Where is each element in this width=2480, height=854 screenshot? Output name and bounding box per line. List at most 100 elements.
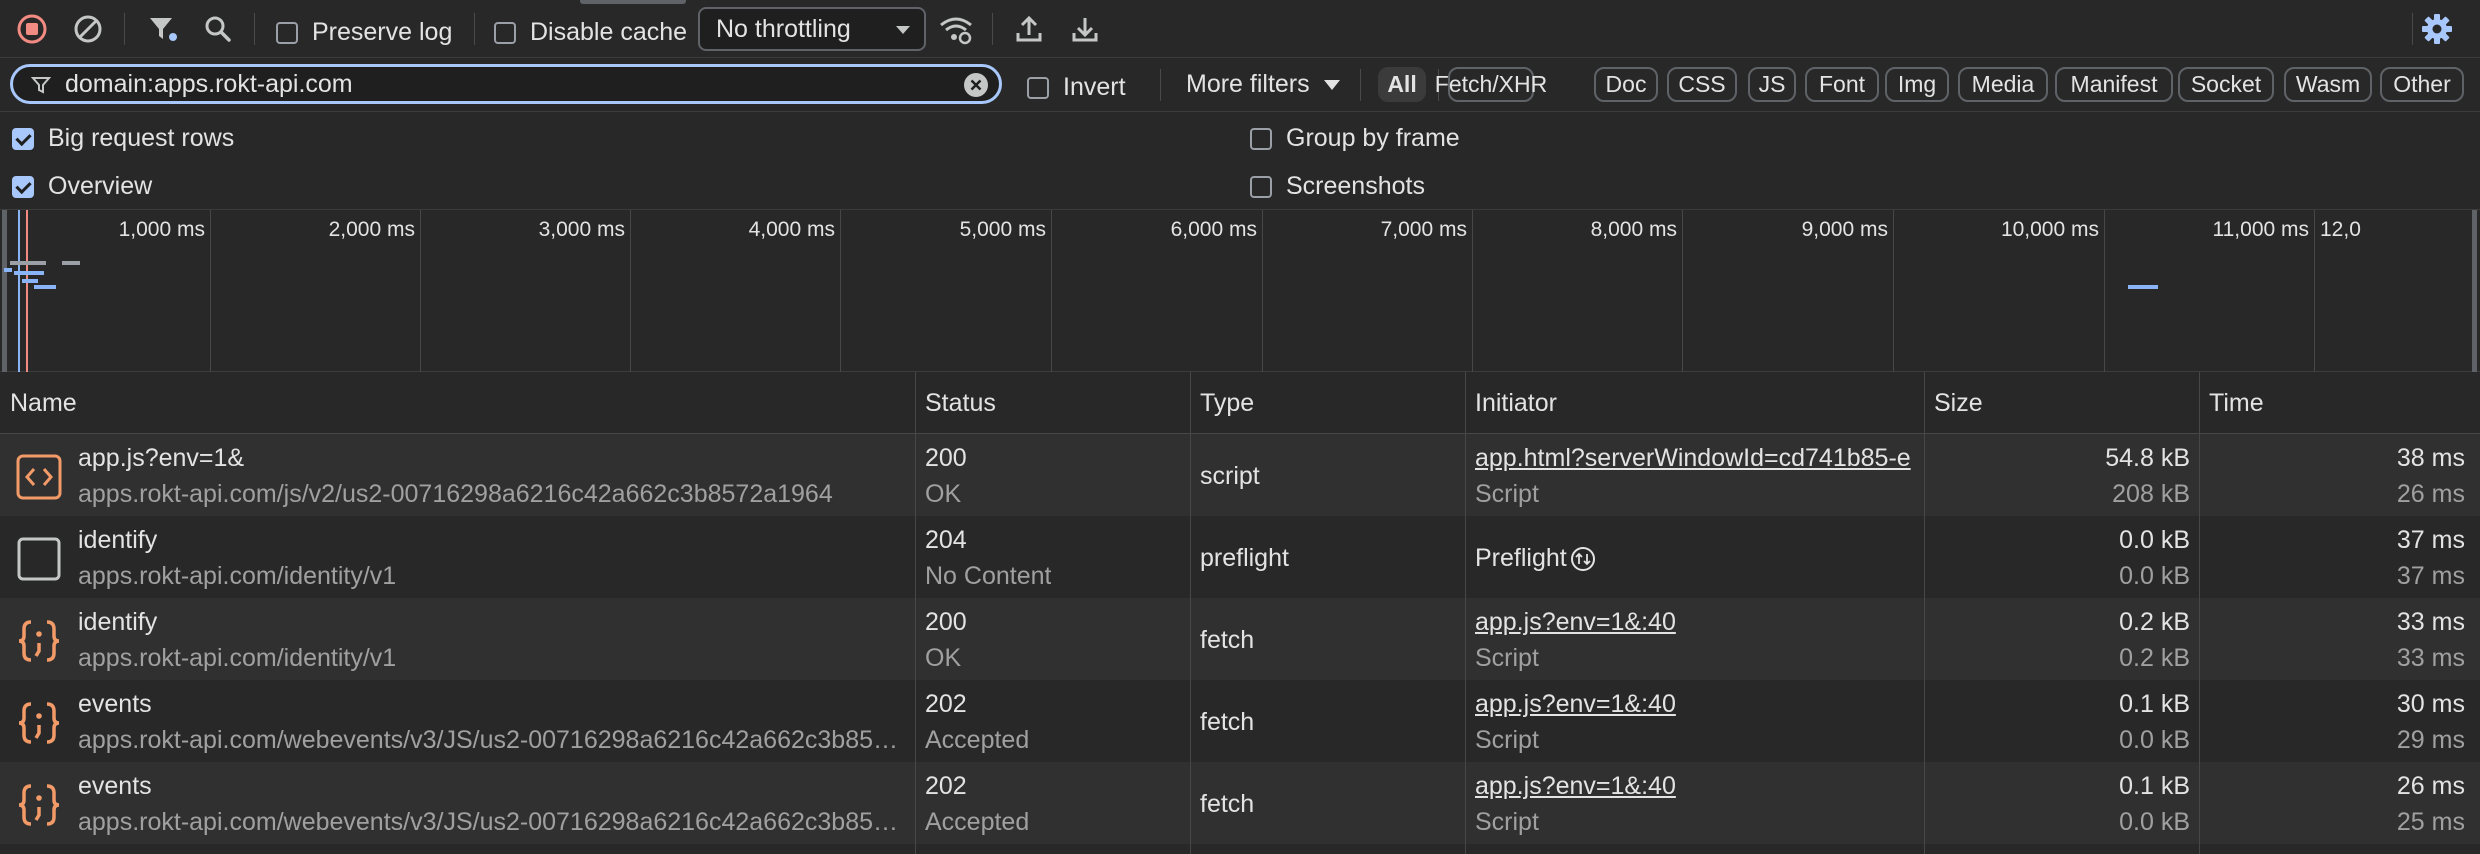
request-time: 30 ms [2396, 690, 2465, 718]
initiator-type: Script [1475, 808, 1539, 836]
overview-bar [62, 261, 80, 265]
fetch-icon [16, 700, 62, 746]
column-header-time[interactable]: Time [2199, 372, 2480, 434]
timeline-tick: 4,000 ms [748, 218, 835, 241]
filter-chip-media[interactable]: Media [1958, 67, 2048, 102]
network-overview-timeline[interactable]: 1,000 ms 2,000 ms 3,000 ms 4,000 ms 5,00… [0, 209, 2480, 373]
timeline-tick: 8,000 ms [1590, 218, 1677, 241]
group-by-frame-checkbox[interactable]: Group by frame [1250, 124, 1460, 153]
column-header-type[interactable]: Type [1190, 372, 1466, 434]
fetch-icon [16, 618, 62, 664]
preflight-document-icon [16, 536, 62, 582]
column-divider[interactable] [1465, 372, 1466, 854]
filter-input[interactable] [65, 69, 945, 99]
initiator-link[interactable]: app.js?env=1&:40 [1475, 608, 1676, 637]
table-row[interactable]: identify apps.rokt-api.com/identity/v1 2… [0, 516, 2480, 598]
table-row[interactable]: events apps.rokt-api.com/webevents/v3/JS… [0, 762, 2480, 844]
filter-chip-manifest[interactable]: Manifest [2055, 67, 2173, 102]
network-conditions-icon[interactable] [938, 11, 974, 47]
filter-chip-font[interactable]: Font [1805, 67, 1879, 102]
overview-right-handle[interactable] [2472, 210, 2477, 373]
big-request-rows-checkbox[interactable]: Big request rows [12, 124, 234, 153]
resource-size: 0.0 kB [2119, 726, 2190, 754]
big-request-rows-box[interactable] [12, 127, 34, 150]
initiator-link[interactable]: app.html?serverWindowId=cd741b85-e [1475, 444, 1923, 473]
request-url: apps.rokt-api.com/webevents/v3/JS/us2-00… [78, 808, 908, 836]
search-icon[interactable] [200, 11, 236, 47]
initiator-link[interactable]: app.js?env=1&:40 [1475, 772, 1676, 801]
preflight-arrows-icon[interactable] [1570, 546, 1596, 572]
request-type: preflight [1200, 544, 1289, 572]
filter-chip-socket[interactable]: Socket [2178, 67, 2274, 102]
table-row[interactable]: app.js?env=1& apps.rokt-api.com/js/v2/us… [0, 434, 2480, 516]
resource-size: 208 kB [2112, 480, 2190, 508]
filter-input-box[interactable] [10, 64, 1002, 104]
group-by-frame-box[interactable] [1250, 127, 1272, 150]
group-by-frame-label: Group by frame [1286, 124, 1460, 152]
column-header-status[interactable]: Status [915, 372, 1191, 434]
transfer-size: 0.0 kB [2119, 526, 2190, 554]
more-filters-dropdown[interactable]: More filters [1186, 70, 1340, 99]
throttling-select[interactable]: No throttling [698, 7, 926, 51]
preserve-log-checkbox[interactable]: Preserve log [276, 18, 452, 47]
import-har-icon[interactable] [1011, 11, 1047, 47]
timeline-tick: 2,000 ms [328, 218, 415, 241]
settings-gear-icon[interactable] [2419, 11, 2455, 47]
request-name: app.js?env=1& [78, 444, 245, 472]
overview-bar [34, 285, 56, 289]
column-divider[interactable] [915, 372, 916, 854]
caret-down-icon [1323, 79, 1340, 90]
overview-checkbox[interactable]: Overview [12, 172, 152, 201]
timeline-tick: 7,000 ms [1380, 218, 1467, 241]
request-name: events [78, 690, 152, 718]
filter-chip-doc[interactable]: Doc [1594, 67, 1658, 102]
invert-checkbox[interactable]: Invert [1027, 73, 1126, 102]
request-status-text: OK [925, 644, 962, 672]
filter-chip-all[interactable]: All [1378, 67, 1426, 102]
timeline-tick: 11,000 ms [2212, 218, 2310, 241]
overview-bar [4, 268, 12, 272]
initiator-link[interactable]: app.js?env=1&:40 [1475, 690, 1676, 719]
column-header-size[interactable]: Size [1924, 372, 2200, 434]
table-row[interactable]: identify apps.rokt-api.com/identity/v1 2… [0, 598, 2480, 680]
timeline-tick: 9,000 ms [1801, 218, 1888, 241]
resource-size: 0.0 kB [2119, 808, 2190, 836]
disable-cache-box[interactable] [494, 21, 516, 44]
filter-chip-fetch-xhr[interactable]: Fetch/XHR [1435, 67, 1547, 102]
preserve-log-box[interactable] [276, 21, 298, 44]
timeline-tick: 3,000 ms [538, 218, 625, 241]
clear-filter-icon[interactable] [963, 72, 989, 98]
column-header-initiator[interactable]: Initiator [1465, 372, 1925, 434]
column-divider[interactable] [1190, 372, 1191, 854]
disable-cache-checkbox[interactable]: Disable cache [494, 18, 687, 47]
clear-log-icon[interactable] [70, 11, 106, 47]
request-status-text: OK [925, 480, 962, 508]
filter-chip-js[interactable]: JS [1748, 67, 1796, 102]
column-divider[interactable] [1924, 372, 1925, 854]
screenshots-box[interactable] [1250, 175, 1272, 198]
filter-funnel-icon[interactable] [145, 11, 181, 47]
table-row[interactable]: events apps.rokt-api.com/webevents/v3/JS… [0, 680, 2480, 762]
filter-chip-img[interactable]: Img [1885, 67, 1949, 102]
timeline-tick: 10,000 ms [2000, 218, 2099, 241]
request-type: fetch [1200, 790, 1255, 818]
request-latency: 33 ms [2396, 644, 2465, 672]
request-url: apps.rokt-api.com/identity/v1 [78, 562, 397, 590]
disable-cache-label: Disable cache [530, 18, 688, 46]
screenshots-checkbox[interactable]: Screenshots [1250, 172, 1425, 201]
stop-recording-icon[interactable] [14, 11, 50, 47]
export-har-icon[interactable] [1067, 11, 1103, 47]
filter-chip-other[interactable]: Other [2380, 67, 2464, 102]
invert-box[interactable] [1027, 76, 1049, 99]
more-filters-label: More filters [1186, 70, 1310, 98]
overview-left-handle[interactable] [2, 210, 7, 373]
filter-chip-css[interactable]: CSS [1667, 67, 1737, 102]
initiator-preflight[interactable]: Preflight [1475, 544, 1596, 573]
request-latency: 37 ms [2396, 562, 2465, 590]
preserve-log-label: Preserve log [312, 18, 453, 46]
overview-box[interactable] [12, 175, 34, 198]
column-divider[interactable] [2199, 372, 2200, 854]
filter-chip-wasm[interactable]: Wasm [2284, 67, 2372, 102]
request-latency: 26 ms [2396, 480, 2465, 508]
column-header-name[interactable]: Name [0, 372, 916, 434]
